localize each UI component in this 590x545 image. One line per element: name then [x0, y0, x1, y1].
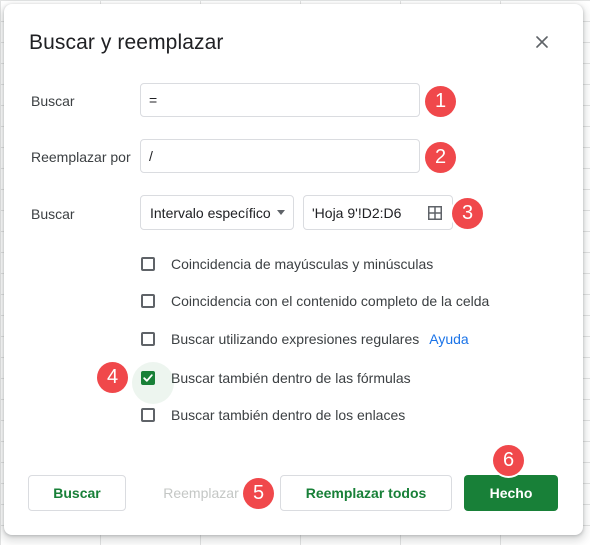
option-regex[interactable]: Buscar utilizando expresiones regulares …	[141, 329, 469, 349]
replace-field[interactable]	[140, 139, 420, 173]
checkmark-icon	[143, 374, 153, 382]
option-match-case[interactable]: Coincidencia de mayúsculas y minúsculas	[141, 254, 433, 274]
scope-dropdown[interactable]: Intervalo específico	[140, 195, 294, 230]
search-links-label: Buscar también dentro de los enlaces	[171, 407, 406, 423]
step-badge-4: 4	[97, 362, 128, 393]
match-case-label: Coincidencia de mayúsculas y minúsculas	[171, 256, 434, 272]
regex-checkbox[interactable]	[141, 332, 155, 346]
match-entire-cell-checkbox[interactable]	[141, 294, 155, 308]
option-match-entire-cell[interactable]: Coincidencia con el contenido completo d…	[141, 291, 489, 311]
replace-all-button[interactable]: Reemplazar todos	[280, 475, 452, 511]
grid-select-icon[interactable]	[428, 206, 442, 220]
find-button[interactable]: Buscar	[28, 475, 126, 511]
search-links-checkbox[interactable]	[141, 408, 155, 422]
find-replace-dialog: Buscar y reemplazar Buscar 1 Reemplazar …	[4, 4, 583, 535]
range-value: 'Hoja 9'!D2:D6	[312, 204, 402, 221]
scope-label: Buscar	[31, 206, 75, 222]
help-link[interactable]: Ayuda	[429, 331, 468, 347]
search-formulas-checkbox[interactable]	[132, 362, 174, 404]
step-badge-3: 3	[452, 198, 483, 229]
match-entire-cell-label: Coincidencia con el contenido completo d…	[171, 293, 490, 309]
find-label: Buscar	[31, 93, 75, 109]
close-icon[interactable]	[532, 32, 552, 52]
step-badge-1: 1	[425, 86, 456, 117]
scope-selected-value: Intervalo específico	[150, 204, 271, 221]
replace-label: Reemplazar por	[31, 149, 131, 165]
find-input[interactable]	[149, 92, 419, 108]
match-case-checkbox[interactable]	[141, 257, 155, 271]
option-search-formulas[interactable]: Buscar también dentro de las fórmulas	[132, 362, 411, 404]
find-field[interactable]	[140, 83, 420, 117]
chevron-down-icon	[277, 210, 285, 215]
regex-label: Buscar utilizando expresiones regulares	[171, 331, 420, 347]
done-button[interactable]: Hecho	[464, 475, 558, 511]
replace-input[interactable]	[149, 148, 419, 164]
step-badge-2: 2	[425, 142, 456, 173]
option-search-links[interactable]: Buscar también dentro de los enlaces	[141, 405, 405, 425]
range-field[interactable]: 'Hoja 9'!D2:D6	[303, 195, 453, 230]
step-badge-6: 6	[493, 445, 524, 476]
dialog-title: Buscar y reemplazar	[29, 31, 224, 54]
step-badge-5: 5	[243, 478, 274, 509]
checkbox-focus-halo	[132, 362, 174, 404]
replace-button[interactable]: Reemplazar	[156, 475, 246, 511]
search-formulas-label: Buscar también dentro de las fórmulas	[171, 370, 411, 386]
